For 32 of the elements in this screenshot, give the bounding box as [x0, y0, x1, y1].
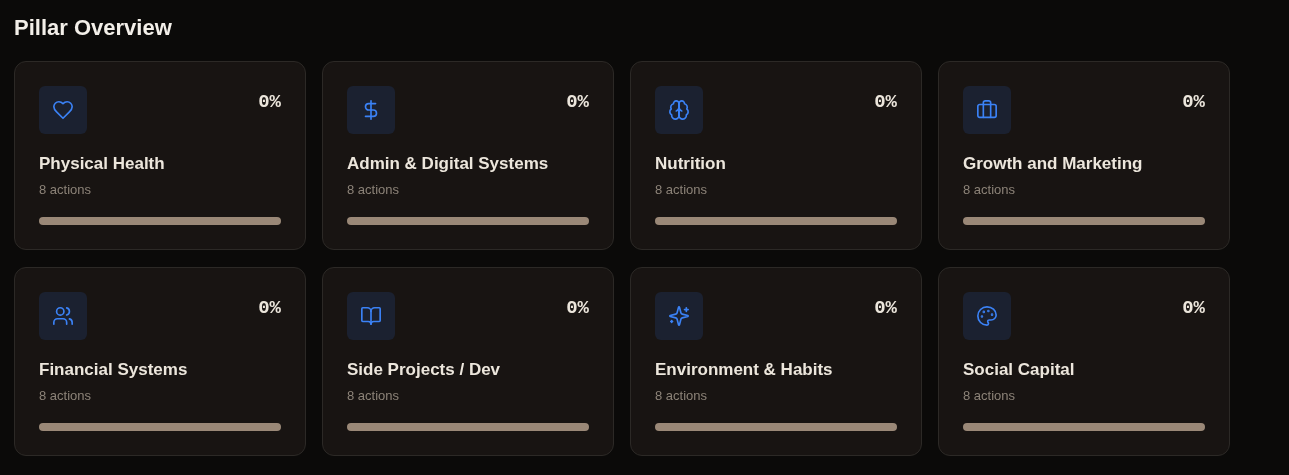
actions-count: 8 actions	[347, 387, 400, 405]
actions-count: 8 actions	[39, 387, 92, 405]
pillar-name: Environment & Habits	[655, 359, 833, 381]
actions-count: 8 actions	[963, 387, 1016, 405]
percent-text: 0%	[874, 296, 897, 320]
briefcase-icon	[976, 99, 998, 121]
sparkles-icon	[668, 305, 690, 327]
actions-count: 8 actions	[39, 181, 92, 199]
book-icon	[360, 305, 382, 327]
actions-count: 8 actions	[655, 387, 708, 405]
percent-text: 0%	[566, 90, 589, 114]
pillar-name: Physical Health	[39, 153, 165, 175]
percent-text: 0%	[258, 296, 281, 320]
pillar-name: Growth and Marketing	[963, 153, 1143, 175]
actions-count: 8 actions	[963, 181, 1016, 199]
percent-text: 0%	[1182, 90, 1205, 114]
heart-icon	[52, 99, 74, 121]
pillar-name: Side Projects / Dev	[347, 359, 501, 381]
percent-text: 0%	[1182, 296, 1205, 320]
section-title: Pillar Overview	[14, 14, 172, 42]
percent-text: 0%	[566, 296, 589, 320]
actions-count: 8 actions	[347, 181, 400, 199]
pillar-name: Nutrition	[655, 153, 726, 175]
brain-icon	[668, 99, 690, 121]
pillar-name: Financial Systems	[39, 359, 188, 381]
palette-icon	[976, 305, 998, 327]
pillar-name: Admin & Digital Systems	[347, 153, 549, 175]
pillar-name: Social Capital	[963, 359, 1075, 381]
users-icon	[52, 305, 74, 327]
percent-text: 0%	[874, 90, 897, 114]
percent-text: 0%	[258, 90, 281, 114]
actions-count: 8 actions	[655, 181, 708, 199]
